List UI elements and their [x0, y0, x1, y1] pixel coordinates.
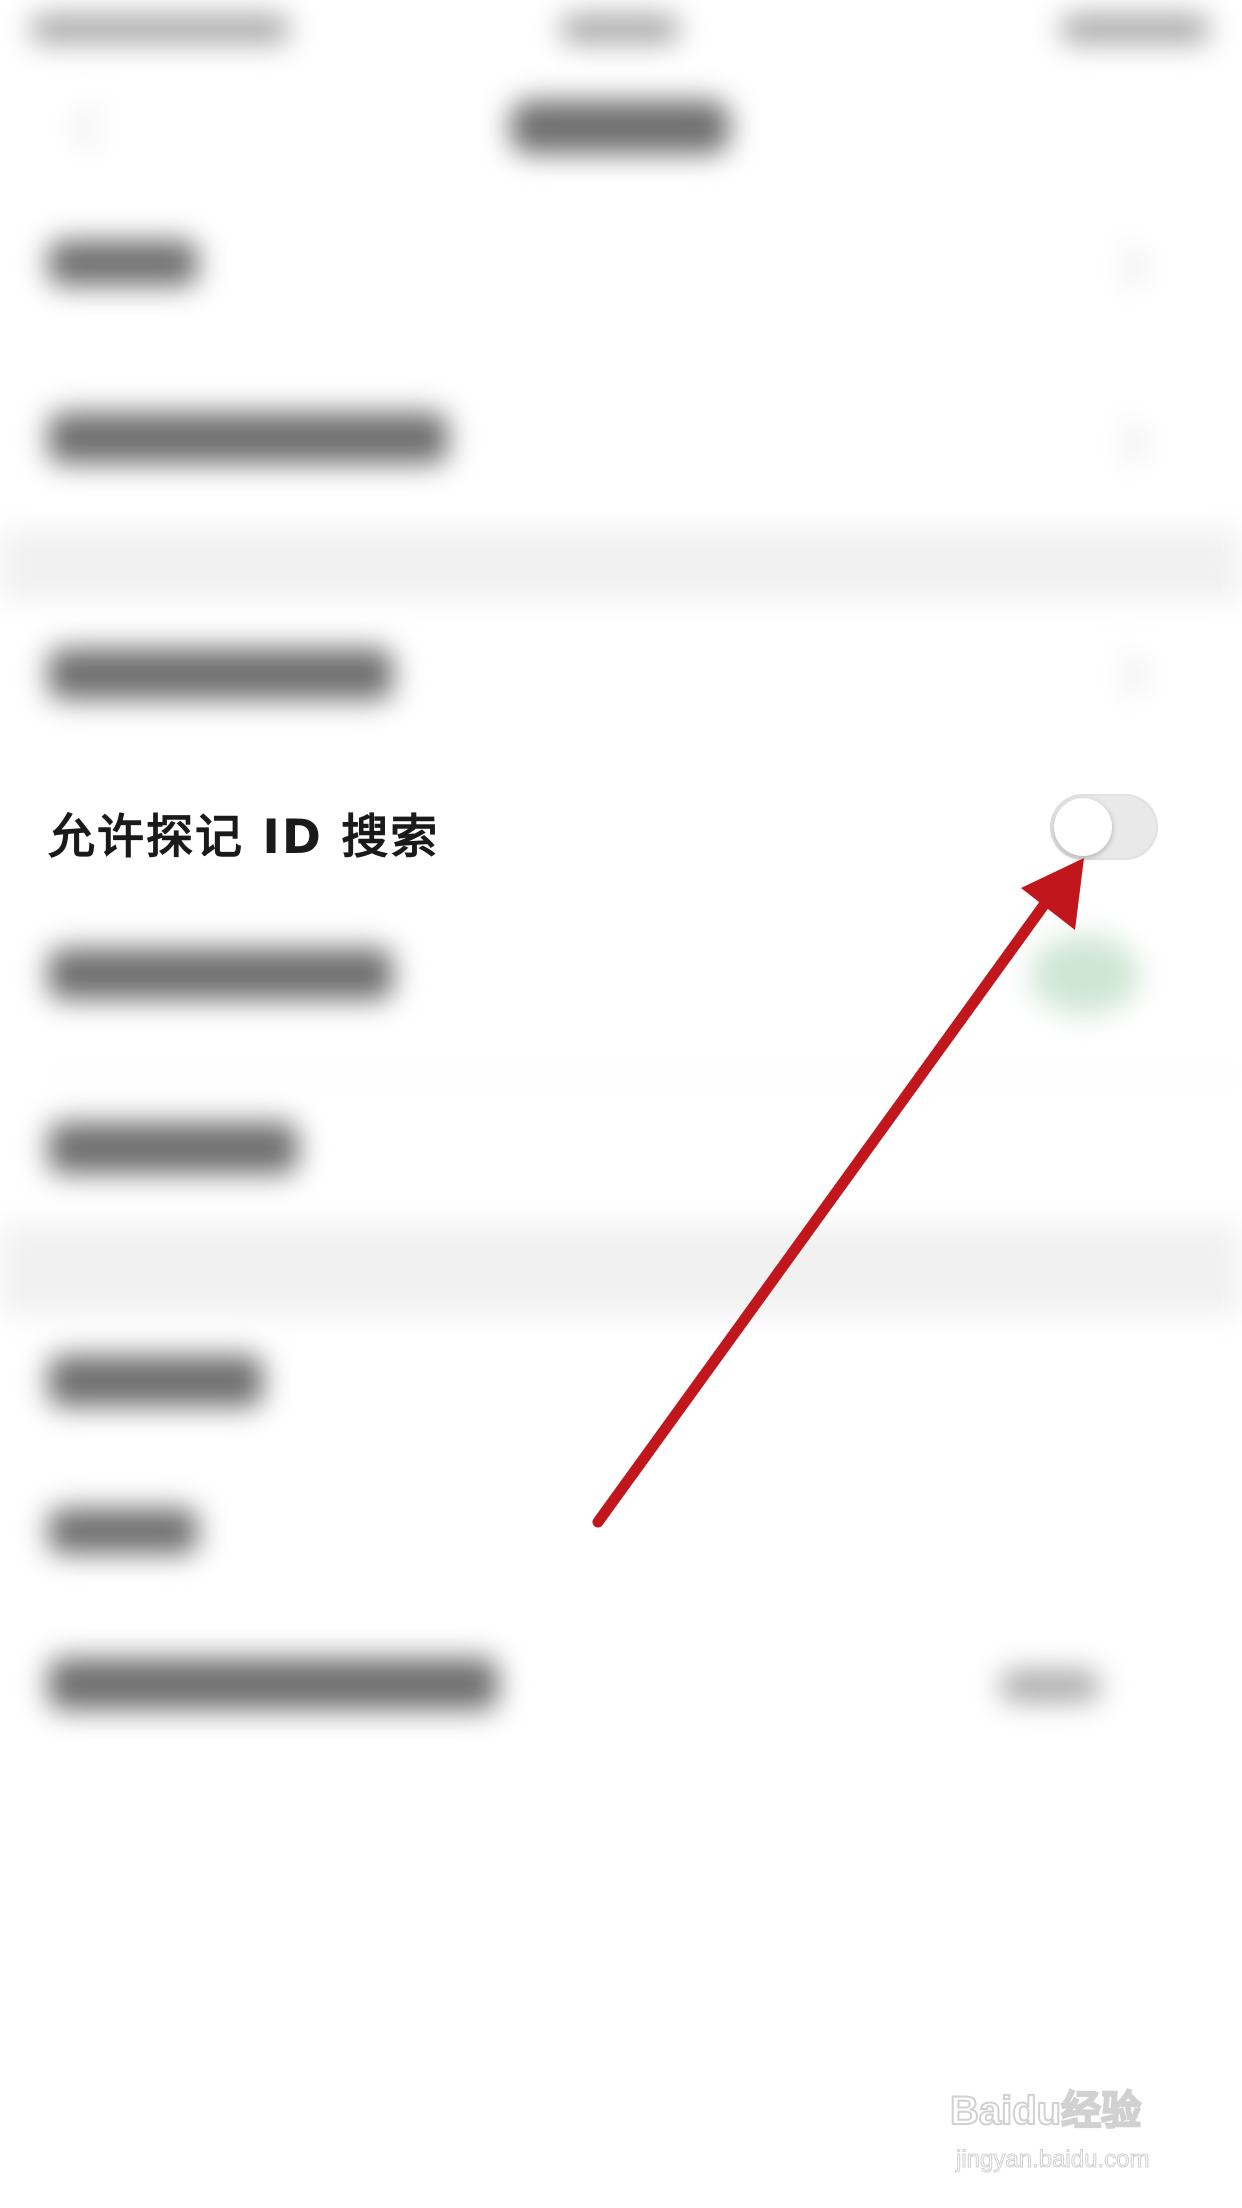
chevron-right-icon — [1103, 245, 1147, 289]
setting-label: 允许探记 ID 搜索 — [48, 810, 440, 865]
row-5-label — [48, 948, 393, 1000]
row-7-label — [48, 1355, 263, 1407]
row-2-label — [48, 412, 448, 464]
nav-title — [510, 100, 730, 154]
row-9-label — [48, 1658, 498, 1710]
row-3-label — [48, 648, 393, 700]
status-bar-center — [560, 14, 680, 44]
setting-row-id-search: 允许探记 ID 搜索 — [0, 752, 1242, 902]
row-5-toggle-blur — [1030, 935, 1140, 1015]
row-1-label — [48, 240, 198, 286]
row-9-value — [1000, 1670, 1100, 1702]
watermark-url: jingyan.baidu.com — [955, 2146, 1150, 2174]
row-divider — [48, 1075, 1242, 1077]
section-separator — [0, 530, 1242, 600]
blurred-background — [0, 0, 1242, 2208]
row-6-label — [48, 1122, 298, 1174]
row-8-label — [48, 1508, 198, 1554]
status-bar-right — [1060, 14, 1210, 44]
chevron-right-icon — [1103, 421, 1147, 465]
status-bar-left — [30, 14, 290, 44]
back-arrow-icon[interactable] — [73, 105, 117, 149]
section-separator — [0, 1225, 1242, 1315]
watermark-brand: Baidu经验 — [949, 2088, 1142, 2134]
chevron-right-icon — [1103, 653, 1147, 697]
toggle-knob — [1054, 798, 1112, 856]
settings-screen: 允许探记 ID 搜索 Baidu经验 jingyan.baidu.com — [0, 0, 1242, 2208]
id-search-toggle[interactable] — [1050, 794, 1158, 860]
baidu-watermark-logo: Baidu经验 jingyan.baidu.com — [949, 2068, 1200, 2188]
